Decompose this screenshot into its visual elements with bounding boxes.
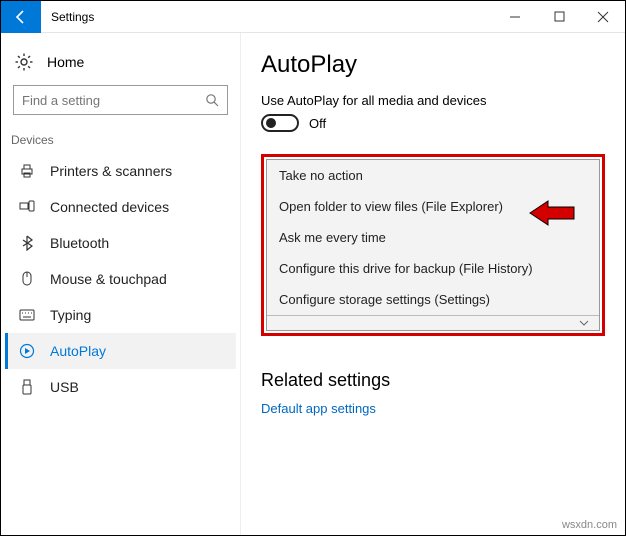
- dropdown-menu[interactable]: Take no action Open folder to view files…: [266, 159, 600, 331]
- sidebar-item-label: Connected devices: [50, 199, 169, 215]
- sidebar-item-label: AutoPlay: [50, 343, 106, 359]
- sidebar: Home Devices Printers & scanners Connect…: [1, 33, 241, 535]
- sidebar-item-bluetooth[interactable]: Bluetooth: [5, 225, 236, 261]
- sidebar-item-label: Bluetooth: [50, 235, 109, 251]
- close-icon: [597, 11, 609, 23]
- sidebar-item-label: USB: [50, 379, 79, 395]
- toggle-description: Use AutoPlay for all media and devices: [261, 93, 605, 108]
- dropdown-option[interactable]: Take no action: [267, 160, 599, 191]
- minimize-icon: [509, 11, 521, 23]
- maximize-icon: [554, 11, 565, 22]
- watermark: wsxdn.com: [562, 519, 617, 531]
- connected-devices-icon: [19, 199, 35, 215]
- bluetooth-icon: [20, 235, 34, 251]
- autoplay-icon: [19, 343, 35, 359]
- sidebar-item-typing[interactable]: Typing: [5, 297, 236, 333]
- content-area: AutoPlay Use AutoPlay for all media and …: [241, 33, 625, 535]
- autoplay-toggle[interactable]: [261, 114, 299, 132]
- sidebar-item-usb[interactable]: USB: [5, 369, 236, 405]
- dropdown-option[interactable]: Configure this drive for backup (File Hi…: [267, 253, 599, 284]
- sidebar-item-label: Typing: [50, 307, 91, 323]
- back-button[interactable]: [1, 1, 41, 33]
- window-title: Settings: [51, 10, 493, 24]
- gear-icon: [15, 53, 33, 71]
- sidebar-item-connected-devices[interactable]: Connected devices: [5, 189, 236, 225]
- home-label: Home: [47, 54, 84, 70]
- usb-icon: [21, 379, 33, 395]
- minimize-button[interactable]: [493, 1, 537, 33]
- dropdown-option[interactable]: Configure storage settings (Settings): [267, 284, 599, 315]
- dropdown-footer: [267, 315, 599, 330]
- home-button[interactable]: Home: [5, 47, 236, 81]
- sidebar-item-mouse[interactable]: Mouse & touchpad: [5, 261, 236, 297]
- search-field[interactable]: [22, 93, 192, 108]
- sidebar-item-autoplay[interactable]: AutoPlay: [5, 333, 236, 369]
- sidebar-item-label: Printers & scanners: [50, 163, 172, 179]
- titlebar: Settings: [1, 1, 625, 33]
- related-settings-heading: Related settings: [261, 370, 605, 391]
- printer-icon: [19, 163, 35, 179]
- mouse-icon: [20, 271, 34, 287]
- autoplay-toggle-row: Off: [261, 114, 605, 132]
- sidebar-group-label: Devices: [5, 129, 236, 153]
- default-app-settings-link[interactable]: Default app settings: [261, 401, 605, 416]
- maximize-button[interactable]: [537, 1, 581, 33]
- back-arrow-icon: [13, 9, 29, 25]
- dropdown-highlight: Take no action Open folder to view files…: [261, 154, 605, 336]
- chevron-down-icon[interactable]: [579, 319, 589, 327]
- close-button[interactable]: [581, 1, 625, 33]
- toggle-knob: [266, 118, 276, 128]
- callout-arrow-icon: [528, 198, 576, 228]
- sidebar-item-label: Mouse & touchpad: [50, 271, 167, 287]
- sidebar-item-printers[interactable]: Printers & scanners: [5, 153, 236, 189]
- page-title: AutoPlay: [261, 51, 605, 79]
- window-controls: [493, 1, 625, 33]
- search-icon: [205, 93, 219, 107]
- keyboard-icon: [19, 309, 35, 321]
- search-input[interactable]: [13, 85, 228, 115]
- toggle-state-label: Off: [309, 116, 326, 131]
